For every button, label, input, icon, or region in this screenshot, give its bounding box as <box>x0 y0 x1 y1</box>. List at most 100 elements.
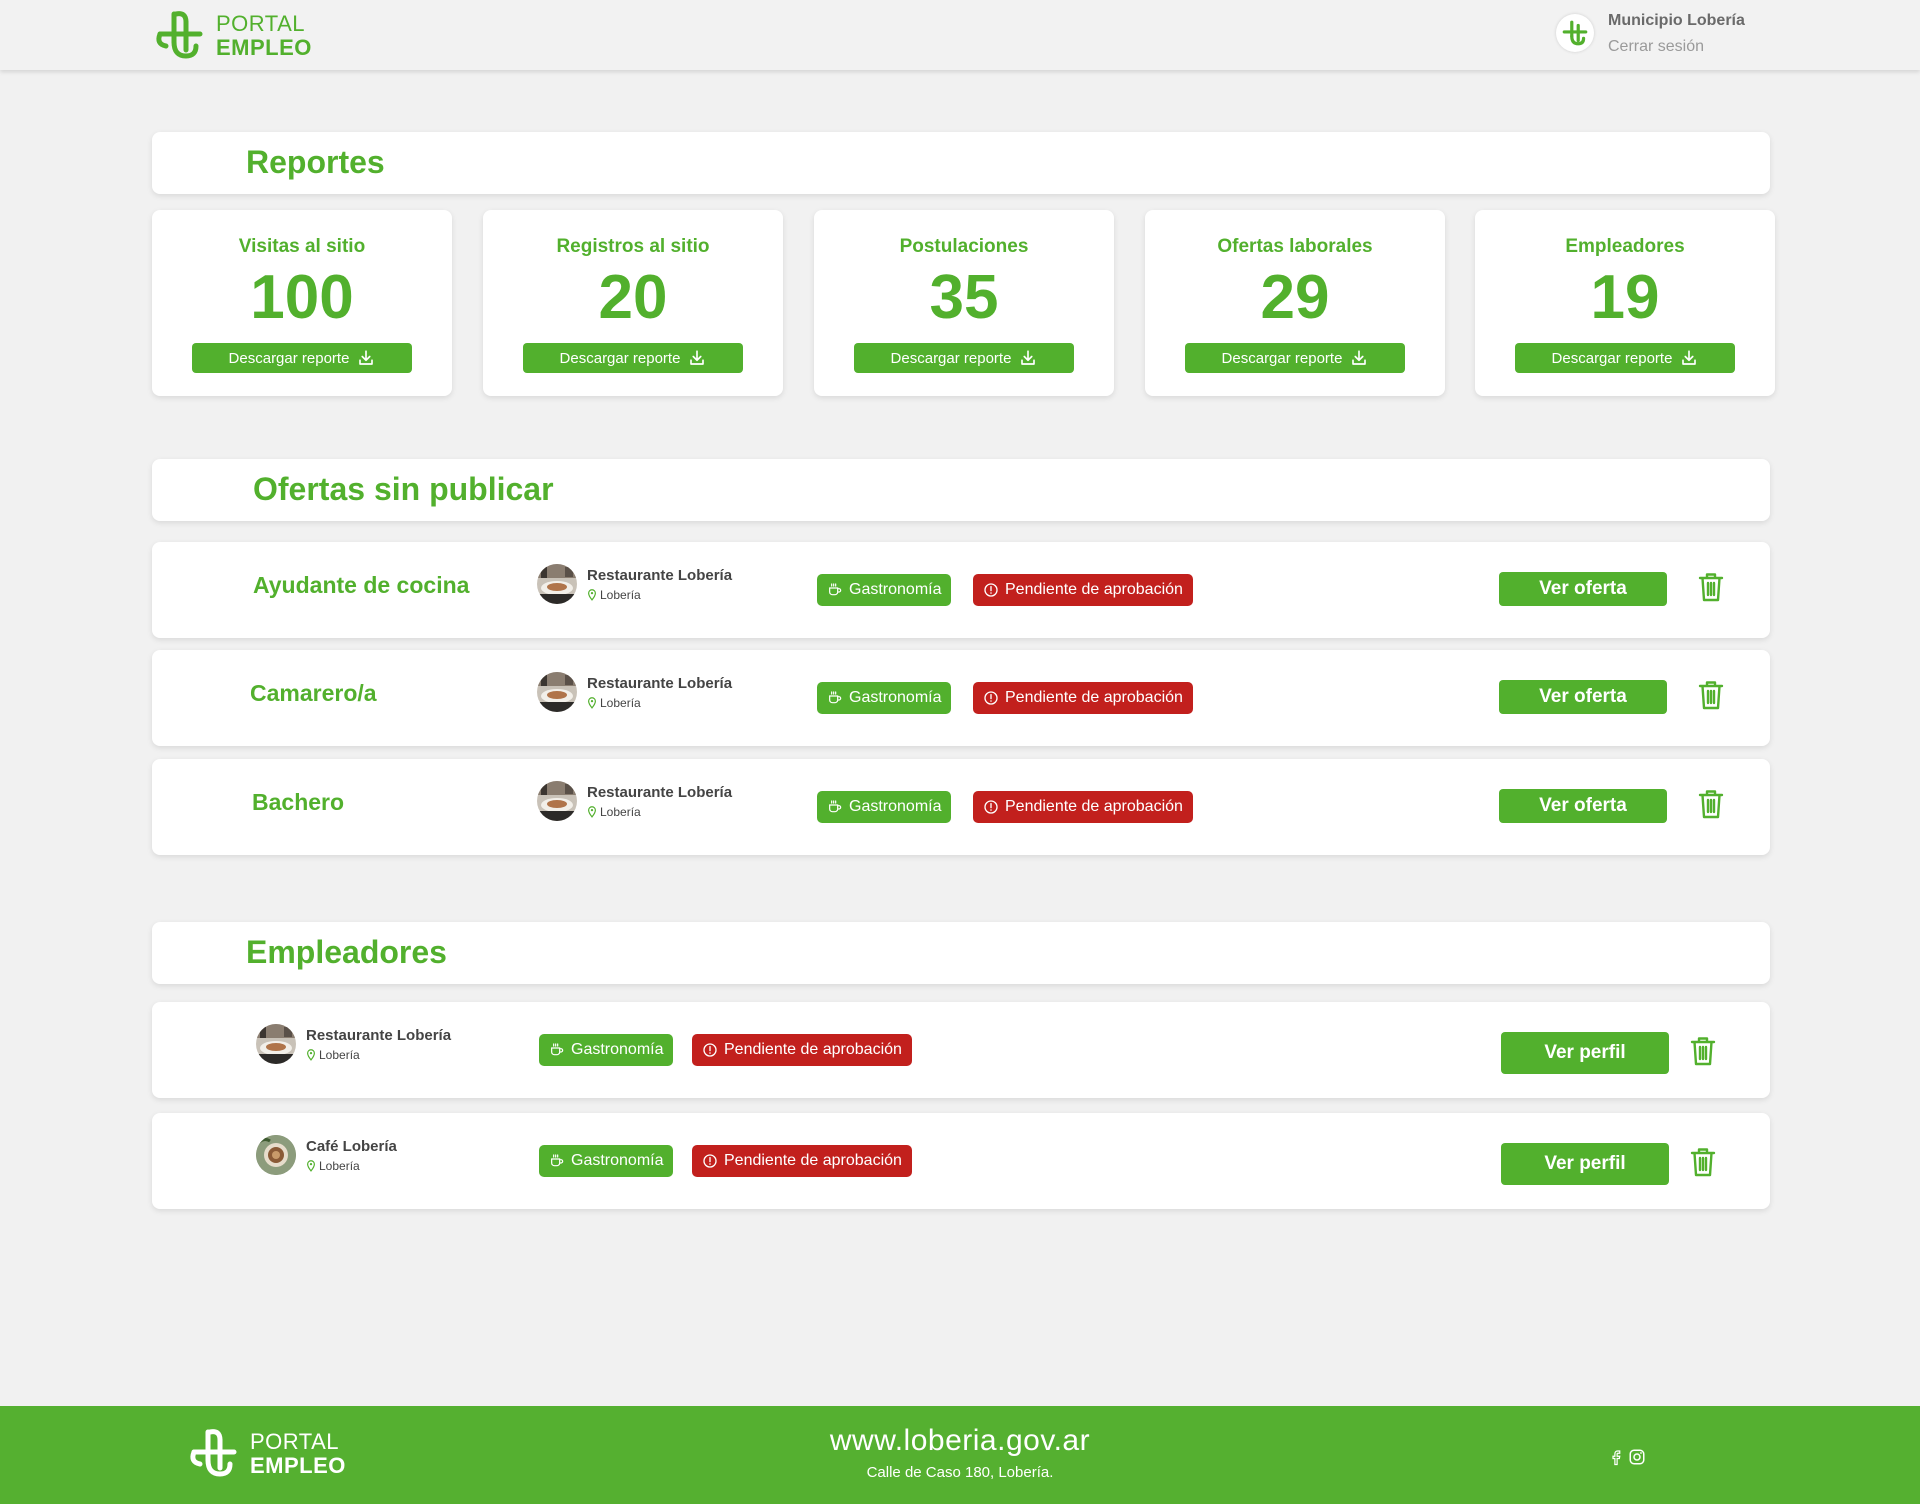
download-report-label: Descargar reporte <box>559 349 681 367</box>
stat-label: Empleadores <box>1565 236 1685 257</box>
offer-title[interactable]: Bachero <box>252 789 344 816</box>
offer-row: Camarero/a Restaurante Lobería Lobería Gast… <box>152 650 1770 746</box>
stat-label: Postulaciones <box>899 236 1029 257</box>
download-report-button[interactable]: Descargar reporte <box>192 343 412 373</box>
stat-value: 19 <box>1590 263 1660 332</box>
offer-row: Ayudante de cocina Restaurante Lobería Lob… <box>152 542 1770 638</box>
status-badge: Pendiente de aprobación <box>692 1034 912 1066</box>
offer-row: Bachero Restaurante Lobería Lobería Gastron… <box>152 759 1770 855</box>
logout-link[interactable]: Cerrar sesión <box>1608 38 1745 56</box>
stat-card: Empleadores 19 Descargar reporte <box>1475 210 1775 396</box>
status-badge: Pendiente de aprobación <box>973 791 1193 823</box>
coffee-cup-icon <box>829 800 842 813</box>
category-tag-label: Gastronomía <box>849 798 942 815</box>
company-name: Restaurante Lobería <box>587 566 733 584</box>
view-offer-label: Ver oferta <box>1539 795 1627 816</box>
download-report-button[interactable]: Descargar reporte <box>854 343 1074 373</box>
stat-value: 35 <box>929 263 999 332</box>
download-icon <box>359 350 374 365</box>
stat-label: Ofertas laborales <box>1217 236 1373 257</box>
view-offer-label: Ver oferta <box>1539 578 1627 599</box>
category-tag-label: Gastronomía <box>849 581 942 598</box>
download-report-label: Descargar reporte <box>1221 349 1343 367</box>
company-name: Restaurante Lobería <box>587 783 733 801</box>
stat-card: Postulaciones 35 Descargar reporte <box>814 210 1114 396</box>
employer-row: Restaurante Lobería Lobería Gastronomía Pen… <box>152 1002 1770 1098</box>
offer-title[interactable]: Camarero/a <box>250 680 377 707</box>
view-offer-button[interactable]: Ver oferta <box>1499 572 1667 606</box>
status-badge: Pendiente de aprobación <box>973 574 1193 606</box>
employers-section-header: Empleadores <box>152 922 1770 984</box>
view-profile-button[interactable]: Ver perfil <box>1501 1032 1669 1074</box>
employer-company[interactable]: Café Lobería Lobería <box>256 1135 397 1175</box>
offer-title[interactable]: Ayudante de cocina <box>253 572 469 599</box>
company-name: Restaurante Lobería <box>587 674 733 692</box>
category-tag: Gastronomía <box>817 574 952 606</box>
company-avatar <box>537 781 577 821</box>
download-icon <box>1682 350 1697 365</box>
company-avatar <box>256 1135 296 1175</box>
download-report-button[interactable]: Descargar reporte <box>523 343 743 373</box>
company-avatar <box>537 672 577 712</box>
delete-trash-icon[interactable] <box>1690 1036 1716 1066</box>
download-report-label: Descargar reporte <box>1551 349 1673 367</box>
delete-trash-icon[interactable] <box>1698 572 1724 602</box>
view-offer-label: Ver oferta <box>1539 686 1627 707</box>
municipio-logo-icon <box>1562 20 1588 46</box>
category-tag: Gastronomía <box>539 1034 674 1066</box>
stat-card: Visitas al sitio 100 Descargar reporte <box>152 210 452 396</box>
reports-section-header: Reportes <box>152 132 1770 194</box>
delete-trash-icon[interactable] <box>1690 1147 1716 1177</box>
category-tag-label: Gastronomía <box>571 1152 664 1169</box>
coffee-cup-icon <box>829 691 842 704</box>
portal-empleo-logo-icon <box>156 11 203 59</box>
company-location: Lobería <box>319 1158 360 1173</box>
offer-company: Restaurante Lobería Lobería <box>537 672 732 712</box>
logo-line-empleo: EMPLEO <box>216 35 312 60</box>
location-pin-icon <box>307 1048 315 1061</box>
category-tag: Gastronomía <box>817 682 952 714</box>
top-navigation-bar: PORTAL EMPLEO Municipio Lobería Cerrar s… <box>0 0 1920 70</box>
logo-line-portal: PORTAL <box>216 11 305 36</box>
location-pin-icon <box>307 1159 315 1172</box>
category-tag-label: Gastronomía <box>849 689 942 706</box>
company-location: Lobería <box>600 695 641 710</box>
footer: PORTAL EMPLEO www.loberia.gov.ar Calle d… <box>0 1406 1920 1504</box>
view-profile-button[interactable]: Ver perfil <box>1501 1143 1669 1185</box>
delete-trash-icon[interactable] <box>1698 680 1724 710</box>
stat-value: 100 <box>250 263 354 332</box>
download-report-button[interactable]: Descargar reporte <box>1515 343 1735 373</box>
category-tag-label: Gastronomía <box>571 1041 664 1058</box>
employer-company[interactable]: Restaurante Lobería Lobería <box>256 1024 451 1064</box>
view-profile-label: Ver perfil <box>1544 1153 1626 1174</box>
company-avatar <box>537 564 577 604</box>
user-avatar[interactable] <box>1556 14 1594 52</box>
delete-trash-icon[interactable] <box>1698 789 1724 819</box>
view-offer-button[interactable]: Ver oferta <box>1499 680 1667 714</box>
stat-card: Ofertas laborales 29 Descargar reporte <box>1145 210 1445 396</box>
offers-section-title: Ofertas sin publicar <box>253 471 554 507</box>
category-tag: Gastronomía <box>817 791 952 823</box>
location-pin-icon <box>588 696 596 709</box>
category-tag: Gastronomía <box>539 1145 674 1177</box>
alert-circle-icon <box>703 1154 717 1168</box>
company-name: Restaurante Lobería <box>306 1026 452 1044</box>
reports-section-title: Reportes <box>246 144 385 180</box>
alert-circle-icon <box>984 691 998 705</box>
download-report-button[interactable]: Descargar reporte <box>1185 343 1405 373</box>
offer-company: Restaurante Lobería Lobería <box>537 564 732 604</box>
alert-circle-icon <box>984 800 998 814</box>
download-icon <box>690 350 705 365</box>
coffee-cup-icon <box>829 583 842 596</box>
employer-row: Café Lobería Lobería Gastronomía Pendiente … <box>152 1113 1770 1209</box>
status-badge-label: Pendiente de aprobación <box>1005 581 1183 598</box>
portal-empleo-logo[interactable]: PORTAL EMPLEO <box>152 8 312 64</box>
download-icon <box>1352 350 1367 365</box>
instagram-icon[interactable] <box>1628 1448 1646 1466</box>
status-badge-label: Pendiente de aprobación <box>1005 798 1183 815</box>
user-name: Municipio Lobería <box>1608 12 1745 29</box>
view-offer-button[interactable]: Ver oferta <box>1499 789 1667 823</box>
offer-company: Restaurante Lobería Lobería <box>537 781 732 821</box>
facebook-icon[interactable] <box>1607 1448 1625 1466</box>
alert-circle-icon <box>984 583 998 597</box>
